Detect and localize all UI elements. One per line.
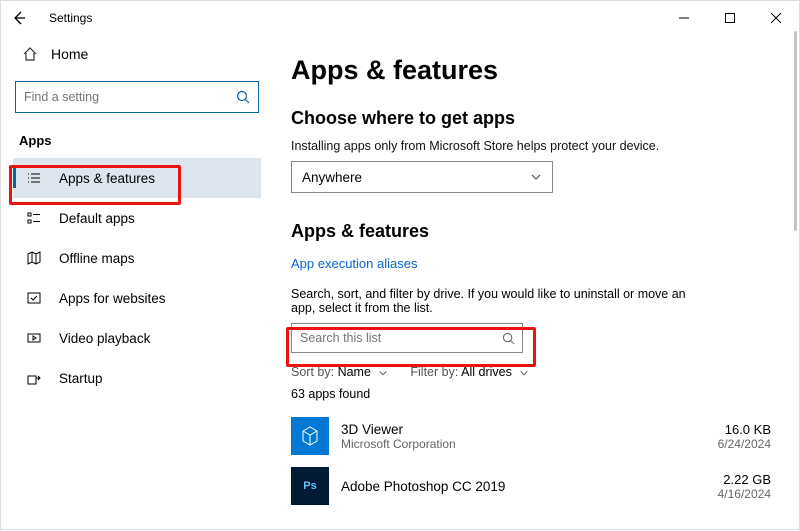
video-icon bbox=[25, 329, 43, 347]
settings-search[interactable] bbox=[15, 81, 259, 113]
execution-aliases-link[interactable]: App execution aliases bbox=[291, 256, 417, 271]
app-publisher: Microsoft Corporation bbox=[341, 437, 706, 451]
app-size: 2.22 GB bbox=[718, 472, 771, 487]
apps-count: 63 apps found bbox=[291, 387, 771, 401]
sidebar-item-label: Apps for websites bbox=[59, 291, 166, 306]
filter-by-control[interactable]: Filter by: All drives bbox=[410, 365, 529, 379]
search-icon bbox=[494, 332, 522, 345]
sidebar-item-apps-websites[interactable]: Apps for websites bbox=[13, 278, 261, 318]
maximize-icon bbox=[725, 13, 735, 23]
filter-value: All drives bbox=[461, 365, 512, 379]
app-icon: Ps bbox=[291, 467, 329, 505]
section-heading-apps: Apps & features bbox=[291, 221, 771, 242]
sidebar-item-default-apps[interactable]: Default apps bbox=[13, 198, 261, 238]
map-icon bbox=[25, 249, 43, 267]
app-icon-text: Ps bbox=[303, 480, 316, 492]
app-row[interactable]: 3D Viewer Microsoft Corporation 16.0 KB … bbox=[291, 411, 771, 461]
home-label: Home bbox=[51, 46, 88, 62]
search-icon bbox=[228, 90, 258, 104]
home-icon bbox=[21, 45, 39, 63]
app-name: Adobe Photoshop CC 2019 bbox=[341, 479, 706, 494]
sidebar-item-label: Startup bbox=[59, 371, 103, 386]
dropdown-value: Anywhere bbox=[302, 170, 362, 185]
apps-list-search[interactable] bbox=[291, 323, 523, 353]
page-title: Apps & features bbox=[291, 55, 771, 86]
apps-list-search-input[interactable] bbox=[292, 331, 494, 345]
chevron-down-icon bbox=[530, 171, 542, 183]
scrollbar[interactable] bbox=[794, 31, 797, 231]
startup-icon bbox=[25, 369, 43, 387]
sidebar-item-offline-maps[interactable]: Offline maps bbox=[13, 238, 261, 278]
close-button[interactable] bbox=[753, 1, 799, 35]
sidebar-nav: Apps & features Default apps Offline map… bbox=[13, 158, 261, 398]
app-name: 3D Viewer bbox=[341, 422, 706, 437]
sidebar-item-startup[interactable]: Startup bbox=[13, 358, 261, 398]
sidebar-item-label: Video playback bbox=[59, 331, 150, 346]
websites-icon bbox=[25, 289, 43, 307]
settings-search-input[interactable] bbox=[16, 90, 228, 104]
category-header: Apps bbox=[13, 125, 261, 156]
app-date: 4/16/2024 bbox=[718, 487, 771, 501]
filter-label: Filter by: bbox=[410, 365, 458, 379]
sidebar-item-label: Offline maps bbox=[59, 251, 135, 266]
sidebar-item-label: Apps & features bbox=[59, 171, 155, 186]
sidebar-item-label: Default apps bbox=[59, 211, 135, 226]
app-row[interactable]: Ps Adobe Photoshop CC 2019 2.22 GB 4/16/… bbox=[291, 461, 771, 511]
chevron-down-icon bbox=[519, 368, 529, 378]
app-icon bbox=[291, 417, 329, 455]
maximize-button[interactable] bbox=[707, 1, 753, 35]
close-icon bbox=[771, 13, 781, 23]
sidebar-item-video-playback[interactable]: Video playback bbox=[13, 318, 261, 358]
back-icon bbox=[11, 10, 27, 26]
default-apps-icon bbox=[25, 209, 43, 227]
apps-list-desc: Search, sort, and filter by drive. If yo… bbox=[291, 287, 711, 315]
section-hint: Installing apps only from Microsoft Stor… bbox=[291, 139, 771, 153]
chevron-down-icon bbox=[378, 368, 388, 378]
back-button[interactable] bbox=[5, 4, 33, 32]
window-title: Settings bbox=[49, 11, 92, 25]
sort-label: Sort by: bbox=[291, 365, 334, 379]
minimize-icon bbox=[679, 13, 689, 23]
app-date: 6/24/2024 bbox=[718, 437, 771, 451]
sort-by-control[interactable]: Sort by: Name bbox=[291, 365, 388, 379]
app-size: 16.0 KB bbox=[718, 422, 771, 437]
sort-value: Name bbox=[338, 365, 371, 379]
list-icon bbox=[25, 169, 43, 187]
sidebar-item-apps-features[interactable]: Apps & features bbox=[13, 158, 261, 198]
section-heading-where: Choose where to get apps bbox=[291, 108, 771, 129]
minimize-button[interactable] bbox=[661, 1, 707, 35]
home-nav[interactable]: Home bbox=[13, 35, 261, 73]
app-source-dropdown[interactable]: Anywhere bbox=[291, 161, 553, 193]
